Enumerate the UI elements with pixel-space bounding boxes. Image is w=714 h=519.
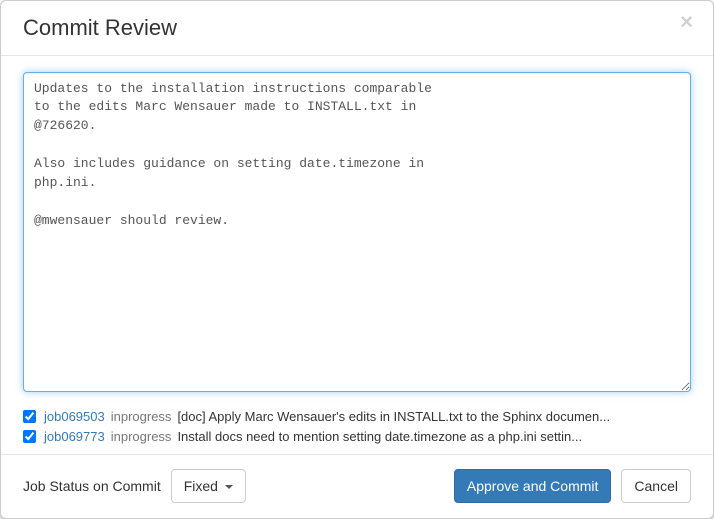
job-row: job069773 inprogress Install docs need t… bbox=[23, 427, 691, 447]
job-id-link[interactable]: job069773 bbox=[44, 427, 105, 447]
job-checkbox[interactable] bbox=[23, 410, 36, 423]
close-icon: × bbox=[680, 9, 693, 34]
close-button[interactable]: × bbox=[674, 9, 699, 35]
job-description: [doc] Apply Marc Wensauer's edits in INS… bbox=[177, 407, 691, 427]
cancel-button[interactable]: Cancel bbox=[621, 469, 691, 503]
commit-message-textarea[interactable] bbox=[23, 72, 691, 392]
job-status-label: Job Status on Commit bbox=[23, 478, 161, 494]
approve-and-commit-button[interactable]: Approve and Commit bbox=[454, 469, 612, 503]
chevron-down-icon bbox=[225, 485, 233, 489]
modal-header: Commit Review × bbox=[1, 1, 713, 56]
job-checkbox[interactable] bbox=[23, 430, 36, 443]
job-status-dropdown[interactable]: Fixed bbox=[171, 469, 246, 503]
modal-title: Commit Review bbox=[23, 14, 698, 43]
commit-review-modal: Commit Review × job069503 inprogress [do… bbox=[0, 0, 714, 519]
job-status: inprogress bbox=[111, 407, 172, 427]
job-status: inprogress bbox=[111, 427, 172, 447]
job-description: Install docs need to mention setting dat… bbox=[177, 427, 691, 447]
modal-body: job069503 inprogress [doc] Apply Marc We… bbox=[1, 56, 713, 454]
jobs-list: job069503 inprogress [doc] Apply Marc We… bbox=[23, 407, 691, 447]
job-status-value: Fixed bbox=[184, 478, 218, 494]
job-id-link[interactable]: job069503 bbox=[44, 407, 105, 427]
modal-footer: Job Status on Commit Fixed Approve and C… bbox=[1, 454, 713, 518]
job-row: job069503 inprogress [doc] Apply Marc We… bbox=[23, 407, 691, 427]
